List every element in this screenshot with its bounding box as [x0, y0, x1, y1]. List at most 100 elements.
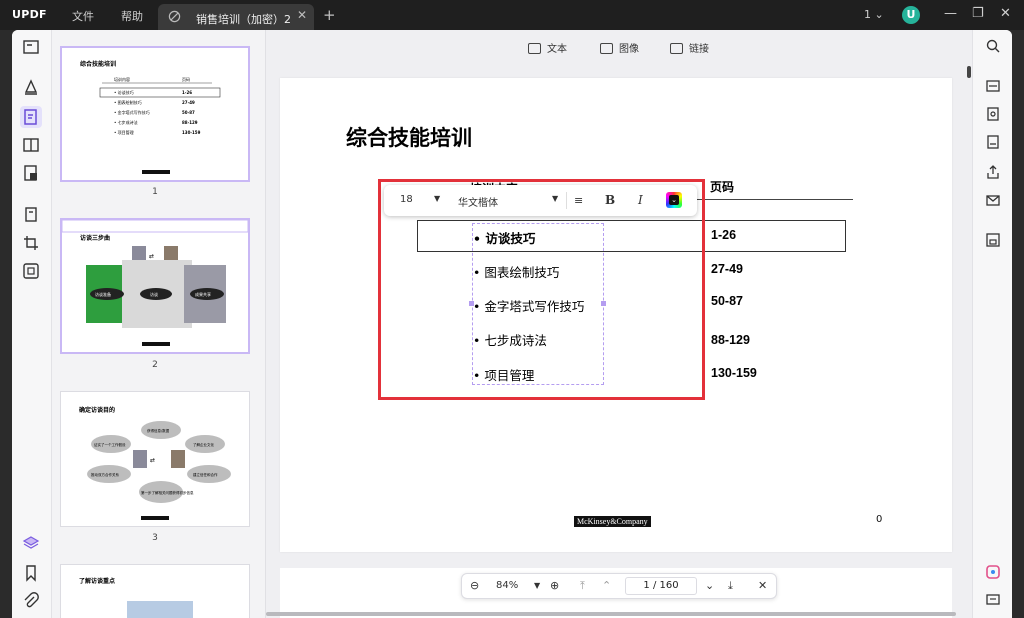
next-page-icon[interactable]: ⌄: [705, 579, 714, 592]
last-page-icon[interactable]: ⤓: [728, 579, 733, 593]
page-title[interactable]: 综合技能培训: [346, 122, 472, 152]
page-navigation-bar: ⊖ 84% ▼ ⊕ ⤒ ⌃ 1 / 160 ⌄ ⤓ ✕: [461, 573, 777, 599]
zoom-dropdown-icon[interactable]: ▼: [534, 581, 540, 590]
text-color-picker[interactable]: ⌄: [666, 192, 682, 208]
align-icon[interactable]: ≡: [574, 194, 583, 207]
thumb-3-label-5: 建立信任和合作: [193, 472, 218, 477]
chevron-down-icon: ⌄: [669, 195, 679, 205]
thumbnail-page-2[interactable]: 访谈三步曲 ⇄ 访谈准备 访谈 成果共享: [60, 218, 250, 354]
thumbnail-page-3[interactable]: 确定访谈目的 ⇄ 获得信息/数据 证实了一个工作假设 了解企业文化 推动双方合作…: [60, 391, 250, 527]
minimize-button[interactable]: —: [944, 6, 957, 21]
thumb-2-label-3: 成果共享: [195, 291, 211, 297]
convert-tool-icon[interactable]: [22, 164, 40, 182]
thumb-3-label-3: 了解企业文化: [193, 442, 214, 447]
comment-list-icon[interactable]: [985, 592, 1001, 608]
share-icon[interactable]: [985, 164, 1001, 180]
protect-icon[interactable]: [985, 106, 1001, 122]
thumbnail-number-1: 1: [152, 187, 158, 197]
thumb-1-page-2: 27-49: [182, 100, 195, 105]
edit-pdf-icon: [24, 109, 37, 125]
close-window-button[interactable]: ✕: [1000, 6, 1011, 21]
menu-help[interactable]: 帮助: [121, 8, 143, 24]
thumbnail-1-preview: 综合技能培训 培训内容 页码 • 访谈技巧 1-26 • 图表绘制技巧 27-4…: [80, 60, 221, 174]
thumb-3-label-1: 获得信息/数据: [147, 428, 170, 433]
italic-button[interactable]: I: [638, 193, 643, 207]
thumb-4-title: 了解访谈重点: [79, 577, 115, 585]
ai-assistant-icon[interactable]: [985, 564, 1001, 580]
thumb-1-title: 综合技能培训: [80, 60, 116, 68]
thumb-2-label-1: 访谈准备: [95, 291, 111, 297]
organize-pages-icon[interactable]: [22, 206, 40, 224]
font-size-select[interactable]: 18: [400, 194, 413, 205]
search-icon[interactable]: [985, 38, 1001, 54]
add-link-button[interactable]: 链接: [670, 40, 709, 55]
toc-page-3[interactable]: 50-87: [711, 294, 743, 308]
document-properties-icon[interactable]: [985, 134, 1001, 150]
thumbnail-number-3: 3: [152, 533, 158, 543]
restore-button[interactable]: ❐: [972, 6, 984, 21]
comment-tool-icon[interactable]: [22, 78, 40, 96]
menu-file[interactable]: 文件: [72, 8, 94, 24]
thumbnail-3-preview: 确定访谈目的 ⇄ 获得信息/数据 证实了一个工作假设 了解企业文化 推动双方合作…: [79, 406, 231, 520]
horizontal-scrollbar[interactable]: [266, 612, 956, 616]
thumb-1-hdr-left: 培训内容: [114, 76, 130, 82]
thumb-3-title: 确定访谈目的: [79, 406, 115, 414]
thumb-3-label-4: 推动双方合作关系: [91, 472, 119, 477]
email-icon[interactable]: [985, 192, 1001, 208]
zoom-in-icon[interactable]: ⊕: [550, 579, 559, 592]
edit-toolbar: 文本 图像 链接: [266, 30, 972, 64]
thumbnail-number-2: 2: [152, 360, 158, 370]
vertical-scrollbar[interactable]: [967, 66, 971, 78]
document-tab[interactable]: 销售培训（加密）2 ✕: [158, 4, 314, 30]
column-header-pages[interactable]: 页码: [710, 178, 734, 195]
add-image-button[interactable]: 图像: [600, 40, 639, 55]
save-icon[interactable]: [985, 232, 1001, 248]
crop-tool-icon[interactable]: [22, 234, 40, 252]
edit-pdf-tool[interactable]: [20, 106, 42, 128]
add-text-button[interactable]: 文本: [528, 40, 567, 55]
thumb-1-page-5: 130-159: [182, 130, 201, 135]
close-navbar-icon[interactable]: ✕: [758, 579, 767, 592]
text-icon: [528, 43, 541, 54]
app-logo: UPDF: [12, 8, 47, 21]
thumb-1-row-4: • 七步成诗法: [114, 119, 138, 125]
link-icon: [670, 43, 683, 54]
bookmark-icon[interactable]: [22, 564, 40, 582]
bold-button[interactable]: B: [605, 193, 615, 207]
right-tool-sidebar: [972, 30, 1012, 618]
thumbnail-page-1[interactable]: 综合技能培训 培训内容 页码 • 访谈技巧 1-26 • 图表绘制技巧 27-4…: [60, 46, 250, 182]
ocr-tool-icon[interactable]: [22, 262, 40, 280]
pdf-page[interactable]: 综合技能培训 培训内容 页码 • 访谈技巧 • 图表绘制技巧 • 金字塔式写作技…: [280, 78, 952, 552]
previous-page-icon[interactable]: ⌃: [602, 579, 611, 592]
reader-mode-icon[interactable]: [22, 38, 40, 56]
thumb-1-logo: [142, 170, 170, 174]
page-selector[interactable]: 1 ⌄: [864, 8, 884, 21]
zoom-out-icon[interactable]: ⊖: [470, 579, 479, 592]
image-icon: [600, 43, 613, 54]
ocr-icon[interactable]: [985, 78, 1001, 94]
thumb-3-logo: [141, 516, 169, 520]
avatar[interactable]: U: [902, 6, 920, 24]
thumb-1-page-4: 88-129: [182, 120, 198, 125]
first-page-icon[interactable]: ⤒: [580, 579, 585, 593]
thumbnail-page-4[interactable]: 了解访谈重点: [60, 564, 250, 618]
add-tab-button[interactable]: +: [323, 6, 336, 24]
toc-page-1[interactable]: 1-26: [711, 228, 736, 242]
form-tool-icon[interactable]: [22, 136, 40, 154]
zoom-level-select[interactable]: 84%: [496, 580, 518, 591]
font-family-select[interactable]: 华文楷体: [458, 194, 498, 209]
page-number-input[interactable]: 1 / 160: [625, 577, 697, 595]
thumb-1-page-3: 50-87: [182, 110, 195, 115]
toc-page-2[interactable]: 27-49: [711, 262, 743, 276]
font-size-dropdown-icon[interactable]: ▼: [434, 194, 440, 203]
tab-close-icon[interactable]: ✕: [297, 8, 307, 22]
toc-page-4[interactable]: 88-129: [711, 333, 750, 347]
thumb-1-row-1: • 访谈技巧: [114, 89, 134, 95]
attachment-icon[interactable]: [22, 592, 40, 610]
toc-page-5[interactable]: 130-159: [711, 366, 757, 380]
document-viewer: 文本 图像 链接 综合技能培训 培训内容 页码 • 访谈技巧 • 图表绘制技巧 …: [266, 30, 972, 618]
page-footer-number: 0: [876, 514, 883, 525]
thumbnail-2-preview: 访谈三步曲 ⇄ 访谈准备 访谈 成果共享: [62, 220, 248, 346]
layers-icon[interactable]: [22, 534, 40, 552]
font-family-dropdown-icon[interactable]: ▼: [552, 194, 558, 203]
